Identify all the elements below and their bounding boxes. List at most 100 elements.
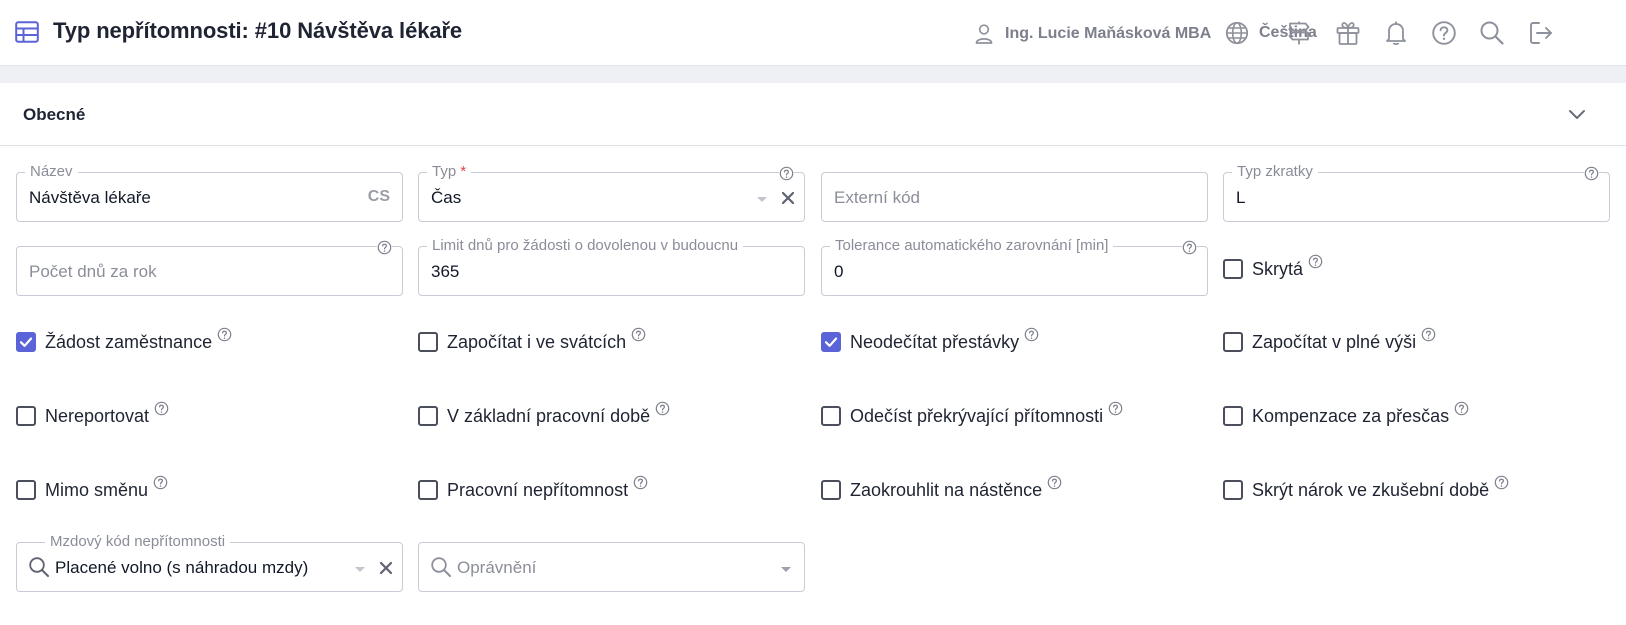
checkbox-label: Skrýt nárok ve zkušební době [1252, 479, 1490, 500]
future-leave-limit-input[interactable]: Limit dnů pro žádosti o dovolenou v budo… [418, 236, 805, 296]
help-icon[interactable] [377, 240, 392, 255]
header-separator [0, 66, 1626, 83]
help-icon[interactable] [633, 475, 648, 490]
checkbox-box[interactable] [418, 480, 438, 500]
help-icon[interactable] [779, 166, 794, 181]
checkbox-box[interactable] [1223, 332, 1243, 352]
abbreviation-type-label: Typ zkratky [1232, 162, 1318, 182]
help-icon[interactable] [1047, 475, 1062, 490]
auto-align-tolerance-input[interactable]: Tolerance automatického zarovnání [min] … [821, 236, 1208, 296]
checkbox-employee-request[interactable]: Žádost zaměstnance [16, 327, 232, 355]
abbreviation-type-input[interactable]: Typ zkratky L [1223, 162, 1610, 222]
help-icon[interactable] [1308, 254, 1323, 269]
user-name: Ing. Lucie Maňásková MBA [1005, 25, 1212, 42]
help-icon[interactable] [1024, 327, 1039, 342]
checkbox-box[interactable] [418, 332, 438, 352]
checkbox-label: Započítat i ve svátcích [447, 331, 627, 352]
globe-icon [1225, 21, 1249, 45]
checkbox-label: V základní pracovní době [447, 405, 651, 426]
top-bar: Typ nepřítomnosti: #10 Návštěva lékaře I… [0, 0, 1626, 66]
days-per-year-placeholder: Počet dnů za rok [29, 262, 157, 281]
checkbox-hidden[interactable]: Skrytá [1223, 254, 1323, 282]
help-button[interactable] [1430, 19, 1458, 47]
help-icon[interactable] [1454, 401, 1469, 416]
checkbox-hide-probation-entitlement[interactable]: Skrýt nárok ve zkušební době [1223, 475, 1509, 503]
checkbox-count-full-amount[interactable]: Započítat v plné výši [1223, 327, 1436, 355]
checkbox-overtime-compensation[interactable]: Kompenzace za přesčas [1223, 401, 1469, 429]
checkbox-box[interactable] [16, 406, 36, 426]
section-header-general[interactable]: Obecné [0, 83, 1626, 146]
external-code-input[interactable]: Externí kód [821, 172, 1208, 222]
future-leave-limit-value: 365 [431, 262, 460, 281]
help-icon[interactable] [1108, 401, 1123, 416]
type-select-label: Typ * [427, 162, 472, 182]
days-per-year-input[interactable]: Počet dnů za rok [16, 240, 403, 296]
help-icon[interactable] [154, 401, 169, 416]
checkbox-outside-shift[interactable]: Mimo směnu [16, 475, 168, 503]
table-icon [15, 21, 39, 43]
help-circle-icon [1432, 21, 1456, 45]
search-icon [1480, 21, 1504, 45]
page-title: Typ nepřítomnosti: #10 Návštěva lékaře [53, 18, 463, 43]
search-icon [29, 557, 49, 577]
checkmark-icon [824, 337, 838, 347]
help-icon[interactable] [1584, 166, 1599, 181]
signpost-icon [1288, 21, 1310, 45]
auto-align-tolerance-value: 0 [834, 262, 844, 281]
checkbox-box[interactable] [1223, 259, 1243, 279]
abbreviation-type-value: L [1236, 188, 1246, 207]
payroll-code-label: Mzdový kód nepřítomnosti [45, 532, 231, 552]
checkbox-core-working-hours[interactable]: V základní pracovní době [418, 401, 670, 429]
checkbox-round-on-board[interactable]: Zaokrouhlit na nástěnce [821, 475, 1062, 503]
gift-button[interactable] [1334, 19, 1362, 47]
user-menu[interactable]: Ing. Lucie Maňásková MBA [975, 22, 1211, 46]
logout-icon [1530, 22, 1552, 44]
help-icon[interactable] [153, 475, 168, 490]
auto-align-tolerance-label: Tolerance automatického zarovnání [min] [830, 236, 1114, 256]
clear-icon[interactable] [780, 190, 796, 206]
checkbox-box[interactable] [821, 332, 841, 352]
help-icon[interactable] [1182, 240, 1197, 255]
type-select[interactable]: Typ * Čas [418, 162, 805, 222]
checkbox-box[interactable] [1223, 480, 1243, 500]
checkbox-label: Odečíst překrývající přítomnosti [850, 405, 1104, 426]
checkbox-label: Skrytá [1252, 258, 1304, 279]
checkbox-label: Zaokrouhlit na nástěnce [850, 479, 1043, 500]
help-icon[interactable] [655, 401, 670, 416]
logout-button[interactable] [1527, 19, 1555, 47]
checkbox-box[interactable] [821, 406, 841, 426]
section-title: Obecné [23, 105, 86, 124]
payroll-code-select[interactable]: Mzdový kód nepřítomnosti Placené volno (… [16, 532, 403, 592]
checkbox-box[interactable] [1223, 406, 1243, 426]
help-icon[interactable] [217, 327, 232, 342]
signpost-button[interactable] [1285, 19, 1313, 47]
checkbox-no-report[interactable]: Nereportovat [16, 401, 169, 429]
help-icon[interactable] [1494, 475, 1509, 490]
clear-icon[interactable] [378, 560, 394, 576]
checkmark-icon [19, 337, 33, 347]
required-mark: * [460, 163, 467, 180]
language-code-suffix[interactable]: CS [368, 188, 390, 206]
checkbox-label: Mimo směnu [45, 479, 149, 500]
checkbox-no-break-deduction[interactable]: Neodečítat přestávky [821, 327, 1039, 355]
payroll-code-value: Placené volno (s náhradou mzdy) [55, 558, 309, 577]
search-button[interactable] [1478, 19, 1506, 47]
dropdown-arrow-icon[interactable] [780, 566, 792, 574]
checkbox-box[interactable] [16, 480, 36, 500]
search-icon [431, 557, 451, 577]
dropdown-arrow-icon[interactable] [354, 566, 366, 574]
notifications-button[interactable] [1382, 19, 1410, 47]
permissions-select[interactable]: Oprávnění [418, 542, 805, 592]
name-field[interactable]: Název Návštěva lékaře CS [16, 162, 403, 222]
checkbox-work-absence[interactable]: Pracovní nepřítomnost [418, 475, 648, 503]
checkbox-box[interactable] [418, 406, 438, 426]
checkbox-label: Započítat v plné výši [1252, 331, 1417, 352]
checkbox-count-holidays[interactable]: Započítat i ve svátcích [418, 327, 646, 355]
checkbox-box[interactable] [821, 480, 841, 500]
help-icon[interactable] [1421, 327, 1436, 342]
checkbox-subtract-overlapping[interactable]: Odečíst překrývající přítomnosti [821, 401, 1123, 429]
help-icon[interactable] [631, 327, 646, 342]
checkbox-label: Nereportovat [45, 405, 150, 426]
dropdown-arrow-icon[interactable] [756, 196, 768, 204]
checkbox-box[interactable] [16, 332, 36, 352]
